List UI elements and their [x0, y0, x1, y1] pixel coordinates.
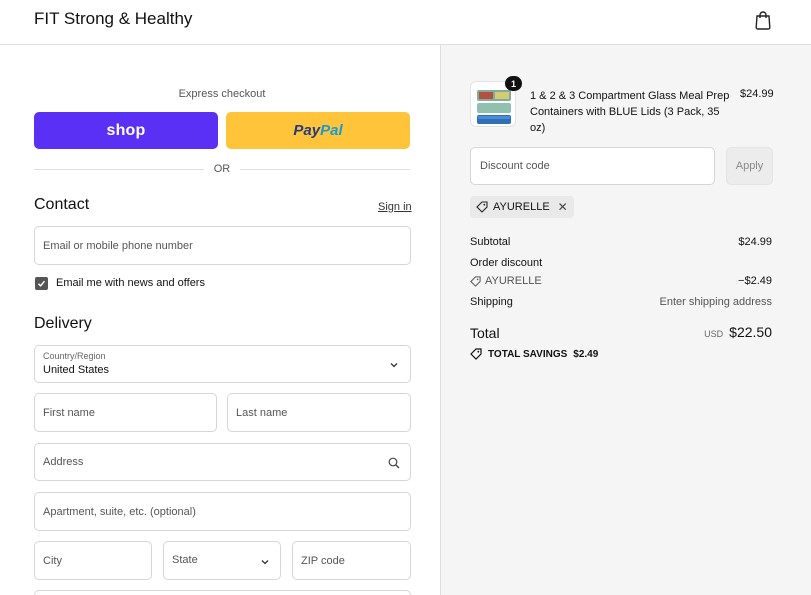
phone-field[interactable]	[34, 590, 411, 595]
zip-placeholder: ZIP code	[301, 554, 345, 567]
shopping-bag-icon[interactable]	[754, 10, 772, 30]
last-name-field[interactable]: Last name	[227, 393, 411, 432]
total-label: Total	[470, 325, 500, 341]
currency-code: USD	[704, 329, 724, 339]
country-label: Country/Region	[43, 351, 106, 361]
check-icon	[37, 280, 46, 287]
chevron-down-icon	[261, 560, 269, 565]
apartment-field[interactable]: Apartment, suite, etc. (optional)	[34, 492, 411, 531]
last-name-placeholder: Last name	[236, 406, 288, 419]
contact-heading: Contact	[34, 196, 90, 213]
discount-code-row: AYURELLE	[470, 275, 542, 287]
quantity-badge: 1	[505, 76, 522, 91]
email-field[interactable]: Email or mobile phone number	[34, 226, 411, 265]
discount-code-text: AYURELLE	[485, 275, 542, 287]
total-savings-label: TOTAL SAVINGS	[488, 348, 568, 360]
total-savings-value: $2.49	[573, 348, 599, 360]
total-amount-group: USD $22.50	[704, 324, 772, 340]
applied-discount-chip: AYURELLE ✕	[470, 196, 574, 218]
newsletter-checkbox[interactable]	[35, 277, 48, 290]
paypal-button[interactable]: Pay Pal	[226, 112, 410, 149]
apartment-placeholder: Apartment, suite, etc. (optional)	[43, 505, 196, 518]
discount-code-field[interactable]: Discount code	[470, 147, 715, 185]
product-price: $24.99	[740, 88, 774, 100]
order-discount-label: Order discount	[470, 257, 543, 269]
first-name-placeholder: First name	[43, 406, 95, 419]
paypal-pal-text: Pal	[320, 122, 343, 139]
zip-field[interactable]: ZIP code	[292, 541, 411, 580]
tag-icon	[470, 348, 482, 360]
or-divider: OR	[34, 162, 410, 176]
paypal-pay-text: Pay	[293, 122, 321, 139]
country-select[interactable]: Country/Region United States	[34, 345, 411, 383]
express-checkout-label: Express checkout	[178, 88, 266, 100]
tag-icon	[476, 201, 488, 213]
store-name[interactable]: FIT Strong & Healthy	[34, 9, 192, 29]
shipping-value: Enter shipping address	[659, 296, 772, 308]
first-name-field[interactable]: First name	[34, 393, 217, 432]
apply-button[interactable]: Apply	[726, 147, 773, 185]
sign-in-link[interactable]: Sign in	[378, 201, 412, 213]
divider-line-right	[240, 169, 410, 170]
subtotal-label: Subtotal	[470, 236, 511, 248]
state-select[interactable]: State	[163, 541, 281, 580]
total-savings: TOTAL SAVINGS $2.49	[470, 348, 598, 360]
address-field[interactable]: Address	[34, 443, 411, 481]
address-placeholder: Address	[43, 456, 84, 468]
subtotal-value: $24.99	[738, 236, 772, 248]
city-placeholder: City	[43, 554, 62, 567]
delivery-heading: Delivery	[34, 315, 92, 332]
search-icon	[388, 457, 400, 469]
checkout-form: Express checkout shop Pay Pal OR Contact …	[0, 45, 440, 595]
country-value: United States	[43, 364, 110, 376]
email-placeholder: Email or mobile phone number	[43, 239, 193, 252]
state-placeholder: State	[172, 554, 198, 566]
applied-code-text: AYURELLE	[493, 201, 550, 213]
product-name: 1 & 2 & 3 Compartment Glass Meal Prep Co…	[530, 90, 730, 134]
remove-discount-icon[interactable]: ✕	[558, 200, 568, 214]
shop-pay-label: shop	[106, 121, 146, 139]
newsletter-label: Email me with news and offers	[56, 277, 205, 289]
discount-value: −$2.49	[738, 275, 772, 287]
shop-pay-button[interactable]: shop	[34, 112, 218, 149]
checkout-header: FIT Strong & Healthy	[0, 0, 811, 45]
order-summary: 1 & 2 & 3 Compartment Glass Meal Prep Co…	[440, 45, 811, 595]
chevron-down-icon	[390, 363, 398, 368]
city-field[interactable]: City	[34, 541, 152, 580]
tag-icon	[470, 275, 481, 287]
total-value: $22.50	[729, 324, 772, 340]
discount-code-placeholder: Discount code	[480, 160, 550, 172]
shipping-label: Shipping	[470, 296, 513, 308]
